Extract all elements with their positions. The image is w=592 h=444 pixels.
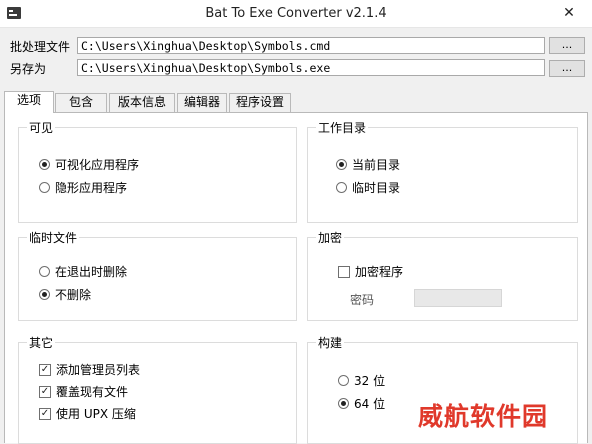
temp-dir-option[interactable]: 临时目录 bbox=[336, 179, 400, 196]
overwrite-files-checkbox[interactable]: ✓ 覆盖现有文件 bbox=[39, 383, 128, 400]
tab-version-info[interactable]: 版本信息 bbox=[109, 93, 175, 112]
invisible-app-option[interactable]: 隐形应用程序 bbox=[39, 179, 127, 196]
encrypt-group: 加密 加密程序 密码 bbox=[307, 229, 578, 321]
build-title: 构建 bbox=[316, 334, 345, 351]
build-64bit-option[interactable]: 64 位 bbox=[338, 395, 385, 412]
upx-compress-label: 使用 UPX 压缩 bbox=[56, 407, 136, 421]
workdir-title: 工作目录 bbox=[316, 119, 369, 136]
misc-title: 其它 bbox=[27, 334, 56, 351]
checkbox-checked-icon: ✓ bbox=[39, 407, 51, 420]
workdir-group: 工作目录 当前目录 临时目录 bbox=[307, 119, 578, 223]
checkbox-checked-icon: ✓ bbox=[39, 385, 51, 398]
radio-icon bbox=[338, 375, 349, 386]
save-as-label: 另存为 bbox=[10, 62, 47, 76]
current-dir-label: 当前目录 bbox=[352, 158, 401, 172]
radio-selected-icon bbox=[39, 159, 50, 170]
encrypt-program-label: 加密程序 bbox=[355, 265, 404, 279]
upx-compress-checkbox[interactable]: ✓ 使用 UPX 压缩 bbox=[39, 405, 136, 422]
temp-dir-label: 临时目录 bbox=[352, 181, 401, 195]
tempfiles-title: 临时文件 bbox=[27, 229, 80, 246]
no-delete-label: 不删除 bbox=[55, 288, 92, 302]
delete-on-exit-option[interactable]: 在退出时删除 bbox=[39, 263, 127, 280]
delete-on-exit-label: 在退出时删除 bbox=[55, 265, 128, 279]
radio-icon bbox=[39, 182, 50, 193]
radio-selected-icon bbox=[39, 289, 50, 300]
tab-program-settings[interactable]: 程序设置 bbox=[229, 93, 291, 112]
save-as-browse-button[interactable]: ... bbox=[549, 60, 585, 77]
no-delete-option[interactable]: 不删除 bbox=[39, 286, 91, 303]
save-as-input[interactable]: C:\Users\Xinghua\Desktop\Symbols.exe bbox=[77, 59, 545, 76]
misc-group: 其它 ✓ 添加管理员列表 ✓ 覆盖现有文件 ✓ 使用 UPX 压缩 bbox=[18, 334, 297, 444]
visible-app-option[interactable]: 可视化应用程序 bbox=[39, 156, 139, 173]
build-32bit-label: 32 位 bbox=[354, 374, 386, 388]
tab-options[interactable]: 选项 bbox=[4, 91, 54, 113]
add-admin-manifest-checkbox[interactable]: ✓ 添加管理员列表 bbox=[39, 361, 140, 378]
invisible-app-label: 隐形应用程序 bbox=[55, 181, 128, 195]
checkbox-icon bbox=[338, 265, 350, 278]
close-button[interactable]: ✕ bbox=[546, 0, 592, 26]
radio-selected-icon bbox=[336, 159, 347, 170]
visibility-group: 可见 可视化应用程序 隐形应用程序 bbox=[18, 119, 297, 223]
batch-file-label: 批处理文件 bbox=[10, 40, 71, 54]
encrypt-program-checkbox[interactable]: 加密程序 bbox=[338, 263, 403, 280]
tab-include[interactable]: 包含 bbox=[55, 93, 107, 112]
current-dir-option[interactable]: 当前目录 bbox=[336, 156, 400, 173]
watermark-text: 威航软件园 bbox=[418, 402, 549, 431]
visible-app-label: 可视化应用程序 bbox=[55, 158, 140, 172]
radio-selected-icon bbox=[338, 398, 349, 409]
overwrite-files-label: 覆盖现有文件 bbox=[56, 385, 129, 399]
batch-browse-button[interactable]: ... bbox=[549, 37, 585, 54]
tab-editor[interactable]: 编辑器 bbox=[177, 93, 227, 112]
build-64bit-label: 64 位 bbox=[354, 397, 386, 411]
radio-icon bbox=[39, 266, 50, 277]
add-admin-manifest-label: 添加管理员列表 bbox=[56, 363, 141, 377]
title-bar: Bat To Exe Converter v2.1.4 ✕ bbox=[0, 0, 592, 28]
build-32bit-option[interactable]: 32 位 bbox=[338, 372, 385, 389]
radio-icon bbox=[336, 182, 347, 193]
password-label: 密码 bbox=[350, 293, 375, 307]
password-input[interactable] bbox=[414, 289, 502, 307]
visibility-title: 可见 bbox=[27, 119, 56, 136]
batch-file-input[interactable]: C:\Users\Xinghua\Desktop\Symbols.cmd bbox=[77, 37, 545, 54]
tempfiles-group: 临时文件 在退出时删除 不删除 bbox=[18, 229, 297, 321]
encrypt-title: 加密 bbox=[316, 229, 345, 246]
options-panel: 可见 可视化应用程序 隐形应用程序 工作目录 当前目录 临时目录 临时文件 在退… bbox=[4, 112, 588, 444]
checkbox-checked-icon: ✓ bbox=[39, 363, 51, 376]
window-title: Bat To Exe Converter v2.1.4 bbox=[205, 6, 387, 21]
